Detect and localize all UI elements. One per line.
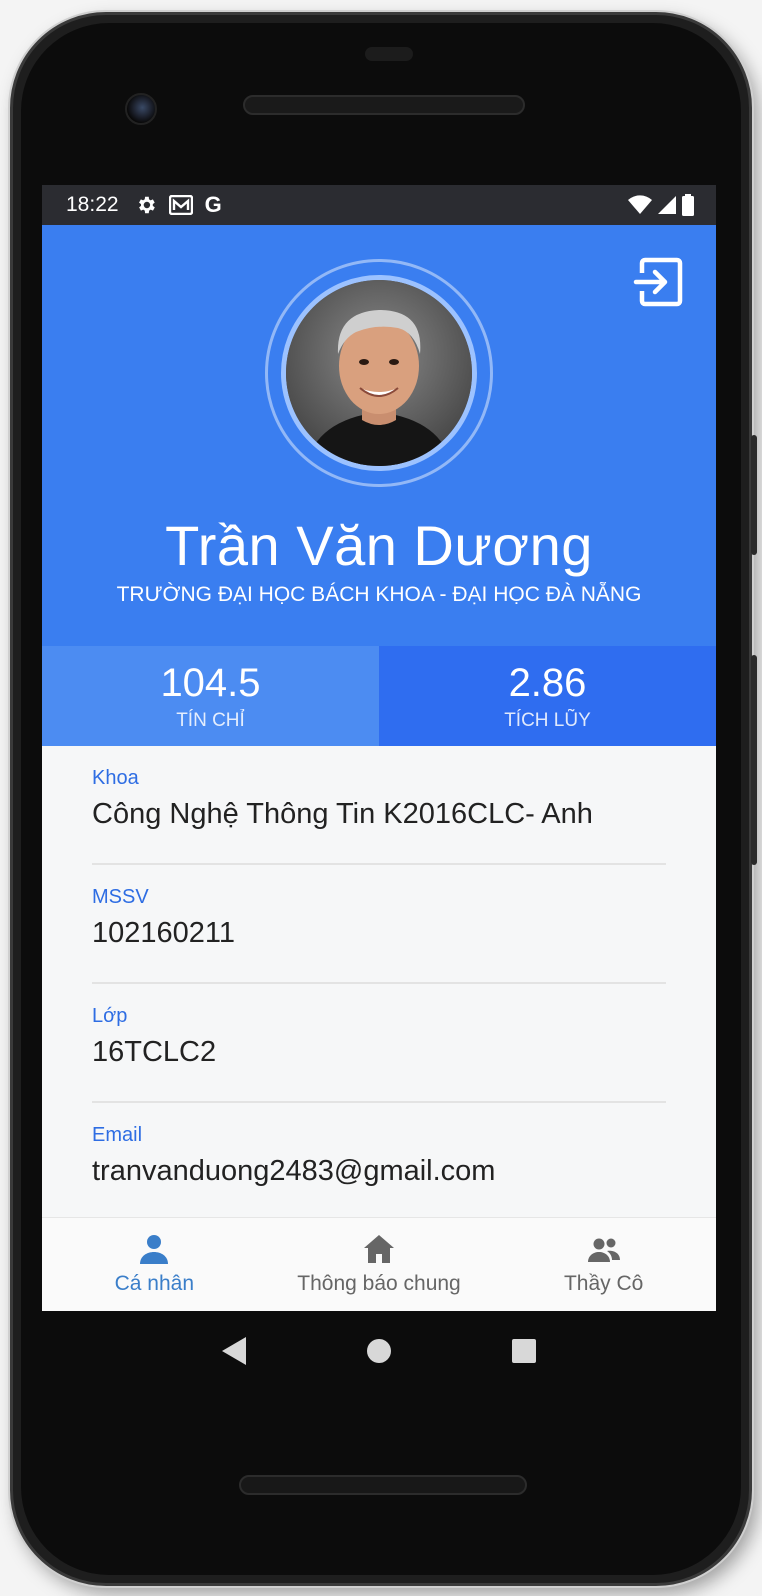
stats-bar: 104.5 TÍN CHỈ 2.86 TÍCH LŨY [42,646,716,746]
front-camera [125,93,157,125]
gear-icon [138,196,155,214]
wifi-icon [628,195,652,214]
top-sensor [365,47,413,61]
profile-header: Trần Văn Dương TRƯỜNG ĐẠI HỌC BÁCH KHOA … [42,225,716,646]
user-name: Trần Văn Dương [165,514,593,577]
logout-button[interactable] [632,255,686,309]
back-icon [222,1337,247,1365]
info-item-faculty: Khoa Công Nghệ Thông Tin K2016CLC- Anh [92,746,666,865]
earpiece-speaker [243,95,525,115]
people-icon [587,1238,620,1262]
recents-button[interactable] [504,1331,544,1371]
stat-credits-label: TÍN CHỈ [176,710,245,731]
status-time: 18:22 [66,193,119,216]
user-school: TRƯỜNG ĐẠI HỌC BÁCH KHOA - ĐẠI HỌC ĐÀ NẴ… [116,583,642,606]
volume-button [751,435,757,555]
info-value: 16TCLC2 [92,1036,217,1068]
nav-tab-teachers[interactable]: Thầy Cô [491,1218,716,1311]
info-value: tranvanduong2483@gmail.com [92,1155,496,1187]
status-notification-icons: G [135,192,222,218]
status-system-icons [628,194,694,216]
power-button [751,655,757,865]
nav-tab-personal[interactable]: Cá nhân [42,1218,267,1311]
nav-tab-label: Thông báo chung [297,1272,461,1295]
back-button[interactable] [214,1331,254,1371]
battery-icon [682,194,694,216]
info-label: Khoa [92,767,139,789]
recents-icon [511,1339,536,1363]
bottom-nav: Cá nhân Thông báo chung Thầy Cô [42,1217,716,1311]
info-value: Công Nghệ Thông Tin K2016CLC- Anh [92,798,593,830]
avatar-photo [286,280,472,466]
nav-tab-label: Cá nhân [114,1272,195,1295]
stat-credits: 104.5 TÍN CHỈ [42,646,379,746]
mail-icon [168,195,193,215]
info-value: 102160211 [92,917,236,949]
stat-gpa-label: TÍCH LŨY [504,710,591,731]
status-bar: 18:22 G [42,185,716,225]
person-icon [140,1235,169,1264]
nav-tab-label: Thầy Cô [563,1272,644,1295]
info-item-class: Lớp 16TCLC2 [92,984,666,1103]
info-item-student-id: MSSV 102160211 [92,865,666,984]
avatar-ring [265,259,493,487]
info-label: MSSV [92,886,149,908]
nav-tab-announcements[interactable]: Thông báo chung [267,1218,492,1311]
info-label: Email [92,1124,143,1146]
system-nav-bar [42,1311,716,1391]
app-screen: 18:22 G Trần Văn Dương TRƯỜNG ĐẠI HỌC BÁ… [42,185,716,1311]
signal-icon [658,196,676,214]
info-label: Lớp [92,1005,128,1027]
bottom-speaker [239,1475,527,1495]
avatar[interactable] [281,275,477,471]
google-icon: G [204,192,222,217]
logout-icon [633,257,683,307]
info-item-email: Email tranvanduong2483@gmail.com [92,1103,666,1222]
stat-gpa-value: 2.86 [508,661,587,705]
home-button[interactable] [359,1331,399,1371]
stat-gpa: 2.86 TÍCH LŨY [379,646,716,746]
info-list: Khoa Công Nghệ Thông Tin K2016CLC- Anh M… [42,746,716,1222]
home-circle-icon [366,1339,391,1363]
home-icon [364,1235,394,1263]
stat-credits-value: 104.5 [160,661,261,705]
